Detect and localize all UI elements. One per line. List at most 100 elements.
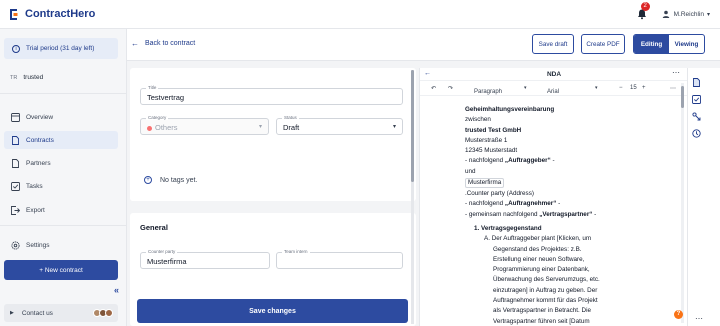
category-color-dot [147,125,152,131]
support-avatars [93,309,113,317]
contact-label: Contact us [21,309,53,317]
doc-heading: Geheimhaltungsvereinbarung [465,106,555,113]
redo-icon[interactable]: ↷ [448,85,453,92]
plus-circle-icon: + [144,176,152,184]
arrow-left-icon: ← [131,39,139,48]
font-size-value[interactable]: 15 [630,85,637,91]
logo[interactable]: ContractHero [8,8,95,21]
doc-line: als Vertragspartner in Betracht. Die [493,307,591,315]
doc-text: - gemeinsam nachfolgend [465,210,540,218]
editor-scrollbar[interactable] [681,83,684,323]
doc-line: und [465,167,476,175]
doc-line: .Counter party (Address) [465,190,534,198]
status-value: Draft [283,123,300,132]
more-options-icon[interactable]: ⋯ [695,314,703,323]
tasks-check-icon[interactable] [692,95,701,104]
app-name: ContractHero [25,8,96,20]
status-select[interactable]: Status Draft ▾ [276,115,403,135]
sidebar-item-overview[interactable]: Overview [4,108,118,126]
font-size-decrease-icon[interactable]: − [619,85,623,91]
sidebar-item-label: Tasks [26,182,43,190]
doc-party-name: trusted Test GmbH [465,126,522,134]
create-pdf-button[interactable]: Create PDF [581,34,625,54]
status-label: Status [282,115,299,120]
add-tag-button[interactable]: + No tags yet. [144,176,197,184]
doc-line: Überwachung des Serverumzugs, etc. [493,276,600,284]
doc-section-heading: 1. Vertragsgegenstand [474,224,542,232]
trial-text: Trial period (31 day left) [26,45,95,52]
settings-icon [11,240,20,250]
more-toolbar-icon[interactable]: ⋯ [670,85,676,92]
font-size-increase-icon[interactable]: + [642,85,646,91]
category-select[interactable]: Category Others ▾ [140,115,269,135]
doc-line: A. Der Auftraggeber plant [Klicken, um [484,235,592,243]
tasks-icon [11,181,20,191]
new-contract-button[interactable]: + New contract [4,260,118,280]
sidebar-item-contracts[interactable]: Contracts [4,131,118,149]
doc-line: Auftragnehmer kommt für das Projekt [493,297,598,305]
counterparty-placeholder[interactable]: Musterfirma [465,178,505,189]
sidebar-item-label: Partners [26,159,51,167]
editing-toggle[interactable]: Editing [634,35,669,53]
back-label: Back to contract [145,40,196,47]
overview-icon [11,112,20,122]
document-title: NDA [546,71,562,78]
counterparty-value: Musterfirma [147,257,187,266]
save-changes-button[interactable]: Save changes [137,299,408,323]
back-to-contract-link[interactable]: ← Back to contract [131,39,195,48]
help-button[interactable]: ? [674,310,683,319]
tags-empty-text: No tags yet. [160,176,198,184]
doc-text: - [550,157,555,165]
contact-us-button[interactable]: ▶ Contact us [4,304,118,322]
sidebar-divider [0,225,127,226]
editor-scrollbar-thumb[interactable] [681,86,684,108]
sidebar-divider [0,93,127,94]
document-editor: ← NDA ⋯ ↶ ↷ Paragraph ▾ Arial ▾ − 15 + ⋯… [419,68,688,326]
team-intern-field[interactable]: Team intern [276,249,403,269]
doc-bold: „Vertragspartner“ [539,210,593,218]
more-options-icon[interactable]: ⋯ [672,68,680,77]
user-name: M.Reichlin [673,10,704,18]
document-content[interactable]: Geheimhaltungsvereinbarung zwischen trus… [465,105,675,326]
main-header: ← Back to contract Save draft Create PDF… [127,29,720,61]
undo-icon[interactable]: ↶ [431,85,436,92]
general-section-title: General [140,223,168,232]
counterparty-field[interactable]: Counter party Musterfirma [140,249,270,269]
notification-count-badge: 2 [640,2,650,11]
viewing-toggle[interactable]: Viewing [669,35,704,53]
title-value: Testvertrag [147,93,185,102]
user-menu[interactable]: M.Reichlin ▾ [662,10,710,18]
sidebar-item-label: Contracts [26,136,54,144]
doc-line: 12345 Musterstadt [465,147,518,155]
sidebar-item-settings[interactable]: Settings [4,236,118,254]
doc-text: - nachfolgend [465,157,505,165]
font-value: Arial [547,89,560,95]
variables-icon[interactable] [692,112,701,121]
document-icon[interactable] [692,78,701,87]
counterparty-label: Counter party [146,249,178,254]
avatar [105,309,113,317]
save-draft-button[interactable]: Save draft [532,34,574,54]
workspace-switcher[interactable]: TR trusted [10,74,43,81]
doc-line: zwischen [465,116,491,124]
notifications-button[interactable]: 2 [636,2,650,20]
title-label: Title [146,85,159,90]
chevron-down-icon: ▾ [392,124,396,130]
mode-toggle: Editing Viewing [633,34,705,54]
doc-line: Gegenstand des Projektes: z.B. [493,245,582,253]
history-icon[interactable] [692,129,701,138]
title-field[interactable]: Title Testvertrag [140,85,403,105]
form-scrollbar-thumb[interactable] [411,70,414,182]
doc-line: Vertragspartner führen seit [Datum [493,317,590,325]
sidebar-item-export[interactable]: Export [4,201,118,219]
sidebar-item-tasks[interactable]: Tasks [4,177,118,195]
collapse-sidebar-icon[interactable]: « [114,285,119,295]
sidebar: i Trial period (31 day left) TR trusted … [0,29,127,326]
chevron-down-icon: ▾ [524,85,527,91]
tags-card: + No tags yet. [130,165,416,201]
category-label: Category [146,115,169,120]
doc-line: einzutragen] in Auftrag zu geben. Der [493,286,598,294]
sidebar-item-partners[interactable]: Partners [4,154,118,172]
top-bar: ContractHero 2 M.Reichlin ▾ [0,0,720,29]
info-icon: i [12,44,20,53]
